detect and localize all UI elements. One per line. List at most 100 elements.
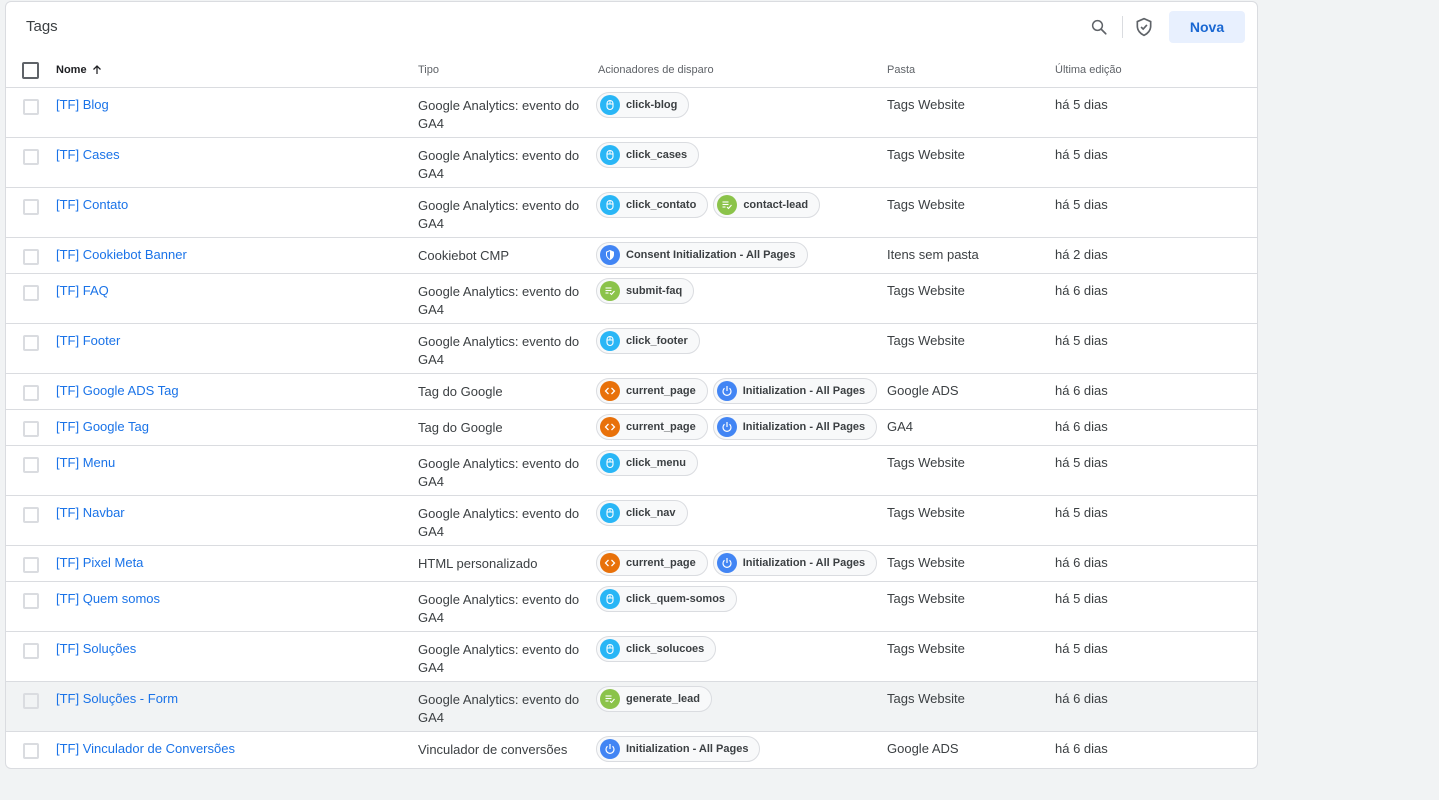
row-checkbox[interactable]: [23, 199, 39, 215]
table-row[interactable]: [TF] Vinculador de Conversões Vinculador …: [6, 732, 1257, 768]
tag-name-link[interactable]: [TF] Google ADS Tag: [56, 383, 179, 398]
row-checkbox[interactable]: [23, 385, 39, 401]
tag-type: Cookiebot CMP: [418, 248, 510, 263]
tag-name-link[interactable]: [TF] Blog: [56, 97, 109, 112]
table-row[interactable]: [TF] Footer Google Analytics: evento do G…: [6, 324, 1257, 374]
tag-name-link[interactable]: [TF] Pixel Meta: [56, 555, 143, 570]
tag-name-link[interactable]: [TF] Quem somos: [56, 591, 160, 606]
tag-folder: GA4: [887, 419, 914, 434]
tag-name-link[interactable]: [TF] Navbar: [56, 505, 125, 520]
trigger-chip[interactable]: Initialization - All Pages: [712, 550, 878, 576]
tag-type: Google Analytics: evento do GA4: [418, 284, 580, 317]
trigger-chip[interactable]: click_contato: [596, 192, 709, 218]
page-title: Tags: [26, 18, 58, 35]
tag-name-link[interactable]: [TF] Google Tag: [56, 419, 149, 434]
row-checkbox[interactable]: [23, 693, 39, 709]
row-checkbox[interactable]: [23, 457, 39, 473]
trigger-chip[interactable]: click_nav: [596, 500, 688, 526]
last-edited: há 5 dias: [1055, 505, 1108, 520]
tag-name-link[interactable]: [TF] Contato: [56, 197, 128, 212]
row-checkbox[interactable]: [23, 421, 39, 437]
trigger-chip-label: click_quem-somos: [626, 593, 726, 605]
shield-check-icon[interactable]: [1133, 16, 1155, 38]
row-checkbox[interactable]: [23, 643, 39, 659]
trigger-chip[interactable]: Consent Initialization - All Pages: [596, 242, 808, 268]
tag-type: Tag do Google: [418, 384, 503, 399]
table-row[interactable]: [TF] Cookiebot Banner Cookiebot CMP Consen…: [6, 238, 1257, 274]
table-row[interactable]: [TF] Google ADS Tag Tag do Google current_…: [6, 374, 1257, 410]
row-checkbox[interactable]: [23, 593, 39, 609]
row-checkbox[interactable]: [23, 335, 39, 351]
trigger-list: click_footer: [596, 328, 700, 354]
table-row[interactable]: [TF] Menu Google Analytics: evento do GA4…: [6, 446, 1257, 496]
trigger-list: click_nav: [596, 500, 688, 526]
trigger-chip-label: current_page: [626, 557, 696, 569]
column-header-name[interactable]: Nome: [56, 64, 103, 76]
trigger-list: click_quem-somos: [596, 586, 738, 612]
trigger-chip[interactable]: click_cases: [596, 142, 700, 168]
tag-name-link[interactable]: [TF] Menu: [56, 455, 115, 470]
toolbar-divider: [1122, 16, 1123, 38]
trigger-chip[interactable]: click_footer: [596, 328, 700, 354]
table-row[interactable]: [TF] Soluções Google Analytics: evento do…: [6, 632, 1257, 682]
tag-type: Google Analytics: evento do GA4: [418, 642, 580, 675]
trigger-chip[interactable]: Initialization - All Pages: [596, 736, 761, 762]
table-row[interactable]: [TF] Google Tag Tag do Google current_page…: [6, 410, 1257, 446]
trigger-chip[interactable]: current_page: [596, 550, 708, 576]
tag-name-link[interactable]: [TF] Vinculador de Conversões: [56, 741, 235, 756]
table-row[interactable]: [TF] Contato Google Analytics: evento do …: [6, 188, 1257, 238]
column-header-type[interactable]: Tipo: [418, 64, 439, 76]
row-checkbox[interactable]: [23, 99, 39, 115]
search-icon[interactable]: [1088, 16, 1110, 38]
last-edited: há 5 dias: [1055, 641, 1108, 656]
row-checkbox[interactable]: [23, 249, 39, 265]
last-edited: há 5 dias: [1055, 455, 1108, 470]
trigger-chip[interactable]: click_quem-somos: [596, 586, 738, 612]
last-edited: há 5 dias: [1055, 97, 1108, 112]
tag-folder: Tags Website: [887, 197, 965, 212]
mouse-click-icon: [600, 195, 620, 215]
table-row[interactable]: [TF] Blog Google Analytics: evento do GA4…: [6, 88, 1257, 138]
code-brackets-icon: [600, 381, 620, 401]
tag-name-link[interactable]: [TF] Footer: [56, 333, 120, 348]
trigger-chip[interactable]: generate_lead: [596, 686, 712, 712]
trigger-chip[interactable]: current_page: [596, 414, 708, 440]
tag-name-link[interactable]: [TF] FAQ: [56, 283, 109, 298]
trigger-chip[interactable]: submit-faq: [596, 278, 695, 304]
select-all-checkbox[interactable]: [22, 62, 39, 79]
column-header-folder[interactable]: Pasta: [887, 64, 915, 76]
tag-folder: Tags Website: [887, 455, 965, 470]
trigger-chip[interactable]: Initialization - All Pages: [712, 378, 878, 404]
trigger-chip[interactable]: click_menu: [596, 450, 698, 476]
table-row[interactable]: [TF] Quem somos Google Analytics: evento …: [6, 582, 1257, 632]
row-checkbox[interactable]: [23, 285, 39, 301]
trigger-chip[interactable]: click-blog: [596, 92, 690, 118]
row-checkbox[interactable]: [23, 743, 39, 759]
tag-name-link[interactable]: [TF] Soluções - Form: [56, 691, 178, 706]
row-checkbox[interactable]: [23, 149, 39, 165]
row-checkbox[interactable]: [23, 507, 39, 523]
trigger-chip-label: current_page: [626, 385, 696, 397]
row-checkbox[interactable]: [23, 557, 39, 573]
table-row[interactable]: [TF] Cases Google Analytics: evento do GA…: [6, 138, 1257, 188]
trigger-chip-label: click_menu: [626, 457, 686, 469]
tag-name-link[interactable]: [TF] Cases: [56, 147, 120, 162]
column-header-triggers[interactable]: Acionadores de disparo: [598, 64, 714, 76]
table-row[interactable]: [TF] Soluções - Form Google Analytics: ev…: [6, 682, 1257, 732]
tag-name-link[interactable]: [TF] Soluções: [56, 641, 136, 656]
trigger-chip-label: click_solucoes: [626, 643, 705, 655]
table-row[interactable]: [TF] Navbar Google Analytics: evento do G…: [6, 496, 1257, 546]
column-header-last-edited[interactable]: Última edição: [1055, 64, 1122, 76]
trigger-chip-label: generate_lead: [626, 693, 700, 705]
trigger-chip-label: click_footer: [626, 335, 688, 347]
trigger-chip[interactable]: current_page: [596, 378, 708, 404]
table-row[interactable]: [TF] FAQ Google Analytics: evento do GA4 s…: [6, 274, 1257, 324]
trigger-chip[interactable]: click_solucoes: [596, 636, 717, 662]
tag-name-link[interactable]: [TF] Cookiebot Banner: [56, 247, 187, 262]
trigger-list: current_page Initialization - All Pages: [596, 414, 878, 440]
trigger-chip[interactable]: contact-lead: [713, 192, 821, 218]
table-row[interactable]: [TF] Pixel Meta HTML personalizado current…: [6, 546, 1257, 582]
trigger-chip[interactable]: Initialization - All Pages: [712, 414, 878, 440]
new-tag-button[interactable]: Nova: [1169, 11, 1245, 43]
tags-table-body: [TF] Blog Google Analytics: evento do GA4…: [6, 88, 1257, 768]
